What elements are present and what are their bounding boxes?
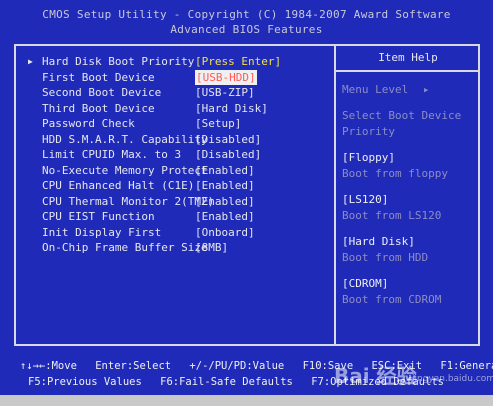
baidu-watermark: Bai 经验 jingyan.baidu.com: [334, 352, 493, 388]
setting-label: HDD S.M.A.R.T. Capability: [42, 132, 208, 146]
setting-value[interactable]: [Disabled]: [195, 132, 261, 148]
menu-level: Menu Level ▸: [342, 82, 476, 98]
setting-value[interactable]: [Enabled]: [195, 194, 255, 210]
setting-value[interactable]: [Disabled]: [195, 147, 261, 163]
setting-no-execute[interactable]: No-Execute Memory Protect [Enabled]: [20, 163, 332, 179]
help-text: Priority: [342, 125, 395, 138]
setting-value[interactable]: [Enabled]: [195, 163, 255, 179]
key-previous-values: F5:Previous Values: [28, 376, 142, 388]
key-move: ↑↓→←:Move: [20, 360, 77, 372]
setting-value[interactable]: [Press Enter]: [195, 54, 281, 70]
help-option-name: [CDROM]: [342, 277, 389, 290]
help-option-name: [Hard Disk]: [342, 235, 415, 248]
setting-first-boot-device[interactable]: First Boot Device [USB-HDD]: [20, 69, 332, 85]
setting-label: CPU Enhanced Halt (C1E): [42, 179, 195, 192]
submenu-arrow-icon: ▶: [28, 57, 33, 66]
menu-level-arrow-icon: ▸: [422, 83, 430, 96]
setting-label: Hard Disk Boot Priority: [42, 55, 195, 68]
bios-screen: CMOS Setup Utility - Copyright (C) 1984-…: [0, 0, 493, 406]
setting-cpu-tm2[interactable]: CPU Thermal Monitor 2(TM2) [Enabled]: [20, 194, 332, 210]
setting-limit-cpuid[interactable]: Limit CPUID Max. to 3 [Disabled]: [20, 147, 332, 163]
setting-value[interactable]: [Hard Disk]: [195, 101, 268, 117]
setting-password-check[interactable]: Password Check [Setup]: [20, 116, 332, 132]
setting-value[interactable]: [Enabled]: [195, 209, 255, 225]
help-option-desc: Boot from LS120: [342, 209, 442, 222]
setting-label: Third Boot Device: [42, 101, 155, 115]
settings-list: ▶ Hard Disk Boot Priority [Press Enter] …: [20, 54, 332, 256]
setting-init-display[interactable]: Init Display First [Onboard]: [20, 225, 332, 241]
watermark-sub: jingyan.baidu.com: [412, 374, 493, 384]
setting-label: Limit CPUID Max. to 3: [42, 148, 182, 161]
setting-hdd-smart[interactable]: HDD S.M.A.R.T. Capability [Disabled]: [20, 132, 332, 148]
setting-value[interactable]: [USB-ZIP]: [195, 85, 255, 101]
setting-label: First Boot Device: [42, 70, 155, 84]
setting-label: CPU Thermal Monitor 2(TM2): [42, 194, 215, 208]
setting-value-selected[interactable]: [USB-HDD]: [195, 69, 257, 85]
key-fail-safe: F6:Fail-Safe Defaults: [160, 376, 293, 388]
panel-divider: [334, 44, 336, 346]
help-option-name: [LS120]: [342, 193, 389, 206]
watermark-text: Bai 经验: [334, 364, 417, 388]
item-help-title: Item Help: [336, 44, 480, 72]
setting-value[interactable]: [8MB]: [195, 240, 228, 256]
menu-level-label: Menu Level: [342, 83, 409, 96]
setting-frame-buffer[interactable]: On-Chip Frame Buffer Size [8MB]: [20, 240, 332, 256]
setting-hard-disk-boot-priority[interactable]: ▶ Hard Disk Boot Priority [Press Enter]: [20, 54, 332, 70]
help-option-desc: Boot from floppy: [342, 167, 448, 180]
setting-third-boot-device[interactable]: Third Boot Device [Hard Disk]: [20, 101, 332, 117]
setting-value[interactable]: [Onboard]: [195, 225, 255, 241]
help-text: Select Boot Device: [342, 109, 462, 122]
setting-cpu-eist[interactable]: CPU EIST Function [Enabled]: [20, 209, 332, 225]
setting-label: Second Boot Device: [42, 86, 162, 99]
setting-cpu-c1e[interactable]: CPU Enhanced Halt (C1E) [Enabled]: [20, 178, 332, 194]
setting-value[interactable]: [Enabled]: [195, 178, 255, 194]
key-select: Enter:Select: [95, 360, 172, 372]
setting-label: Init Display First: [42, 225, 162, 239]
help-option-name: [Floppy]: [342, 151, 395, 164]
setting-value[interactable]: [Setup]: [195, 116, 241, 132]
monitor-bezel: [0, 395, 493, 406]
page-title: Advanced BIOS Features: [170, 23, 323, 36]
help-option-desc: Boot from HDD: [342, 251, 429, 264]
copyright-header: CMOS Setup Utility - Copyright (C) 1984-…: [42, 8, 451, 21]
setting-second-boot-device[interactable]: Second Boot Device [USB-ZIP]: [20, 85, 332, 101]
setting-label: No-Execute Memory Protect: [42, 163, 208, 177]
setting-label: CPU EIST Function: [42, 210, 155, 223]
help-option-desc: Boot from CDROM: [342, 293, 442, 306]
key-value: +/-/PU/PD:Value: [189, 360, 285, 372]
setting-label: On-Chip Frame Buffer Size: [42, 241, 208, 254]
item-help-panel: Menu Level ▸ Select Boot Device Priority…: [342, 82, 476, 308]
setting-label: Password Check: [42, 117, 135, 130]
